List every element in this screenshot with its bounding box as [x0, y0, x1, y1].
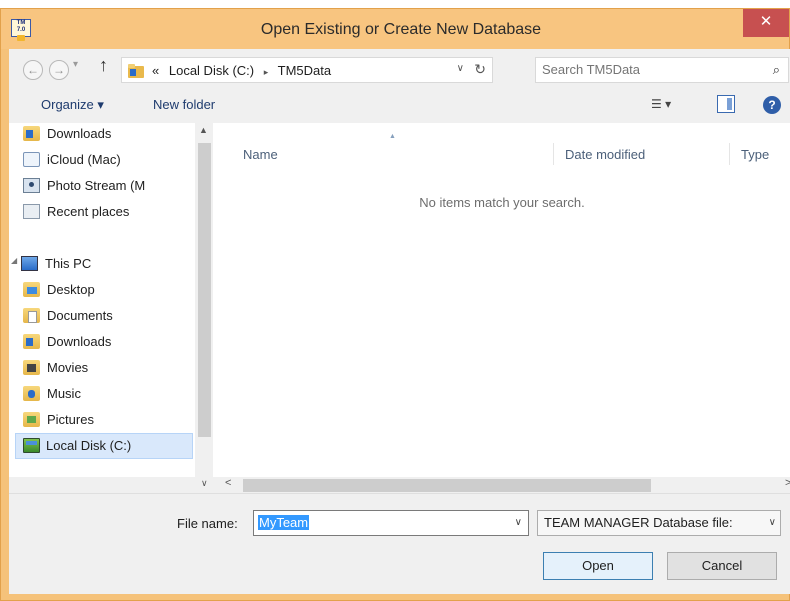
expand-arrow-icon[interactable]: ◢	[11, 256, 17, 265]
file-type-value: TEAM MANAGER Database file:	[544, 515, 733, 530]
sidebar-item-recent-places[interactable]: Recent places	[23, 201, 195, 223]
command-toolbar: Organize ▾ New folder ☰ ▾ ?	[9, 87, 790, 123]
file-name-field[interactable]: MyTeam ∨	[253, 510, 529, 536]
horizontal-scrollbar: ∨ < >	[9, 477, 790, 493]
breadcrumb-tm5data[interactable]: TM5Data	[278, 63, 331, 78]
sidebar-item-label: iCloud (Mac)	[47, 152, 121, 167]
sidebar-item-pictures[interactable]: Pictures	[23, 409, 195, 431]
sidebar-item-label: Music	[47, 386, 81, 401]
address-bar[interactable]: « Local Disk (C:) ▸ TM5Data ∨ ↻	[121, 57, 493, 83]
dialog-title: Open Existing or Create New Database	[260, 21, 542, 38]
change-view-icon[interactable]: ☰ ▾	[651, 97, 671, 111]
sidebar-item-downloads[interactable]: Downloads	[23, 331, 195, 353]
music-folder-icon	[23, 386, 40, 401]
scroll-right-icon[interactable]: >	[785, 477, 790, 489]
downloads-folder-icon	[23, 334, 40, 349]
breadcrumb: « Local Disk (C:) ▸ TM5Data	[152, 63, 331, 78]
column-header-type[interactable]: Type	[741, 147, 769, 162]
column-divider[interactable]	[729, 143, 730, 165]
photo-stream-icon	[23, 178, 40, 193]
search-input[interactable]	[542, 62, 742, 77]
sidebar-item-label: This PC	[45, 256, 92, 271]
sidebar-item-label: Photo Stream (M	[47, 178, 146, 193]
recent-places-icon	[23, 204, 40, 219]
horizontal-scrollbar-thumb[interactable]	[243, 479, 651, 492]
close-icon: ✕	[759, 13, 773, 30]
sidebar-item-label: Movies	[47, 360, 89, 375]
column-header-name[interactable]: Name	[243, 147, 278, 162]
address-dropdown[interactable]: ∨	[457, 63, 464, 74]
search-box: ⌕	[535, 57, 789, 83]
local-disk-icon	[23, 438, 40, 453]
navigation-pane: Downloads iCloud (Mac) Photo Stream (M R…	[9, 123, 213, 477]
refresh-icon: ↻	[474, 61, 486, 77]
up-arrow-icon: ↑	[99, 55, 108, 75]
icloud-icon	[23, 152, 40, 167]
open-button[interactable]: Open	[543, 552, 653, 580]
folder-icon	[128, 64, 144, 78]
title-bar: TM 7.0 Open Existing or Create New Datab…	[1, 9, 789, 49]
sidebar-item-label: Desktop	[47, 282, 95, 297]
sidebar-item-label: Documents	[47, 308, 113, 323]
organize-menu[interactable]: Organize ▾	[41, 97, 104, 113]
sidebar-item-downloads-favorite[interactable]: Downloads	[23, 123, 195, 145]
sidebar-item-this-pc[interactable]: ◢ This PC	[11, 253, 195, 275]
sidebar-item-photo-stream[interactable]: Photo Stream (M	[23, 175, 195, 197]
sidebar-item-local-disk[interactable]: Local Disk (C:)	[15, 433, 193, 459]
dialog-body: ← → ▾ ↑ « Local Disk (C:) ▸ TM5Data ∨ ↻	[9, 49, 790, 594]
sidebar-item-label: Recent places	[47, 204, 130, 219]
scrollbar-thumb[interactable]	[198, 143, 211, 437]
file-name-label: File name:	[177, 516, 238, 531]
file-type-select[interactable]: TEAM MANAGER Database file: ∨	[537, 510, 781, 536]
breadcrumb-separator-icon[interactable]: ▸	[264, 67, 269, 77]
scroll-down-icon[interactable]: ∨	[201, 478, 208, 489]
sidebar-item-label: Downloads	[47, 334, 112, 349]
movies-folder-icon	[23, 360, 40, 375]
downloads-folder-icon	[23, 126, 40, 141]
sidebar-item-documents[interactable]: Documents	[23, 305, 195, 327]
forward-arrow-icon: →	[53, 63, 65, 77]
sidebar-item-label: Local Disk (C:)	[46, 438, 132, 453]
sidebar-item-label: Pictures	[47, 412, 94, 427]
navigation-pane-scrollbar[interactable]: ▲	[195, 123, 213, 477]
sort-ascending-icon: ▲	[389, 133, 396, 140]
back-arrow-icon: ←	[27, 63, 39, 77]
sidebar-item-icloud[interactable]: iCloud (Mac)	[23, 149, 195, 171]
column-header-date-modified[interactable]: Date modified	[565, 147, 645, 162]
recent-locations-dropdown[interactable]: ▾	[73, 59, 78, 70]
scroll-left-icon[interactable]: <	[225, 477, 231, 489]
dialog-footer: File name: MyTeam ∨ TEAM MANAGER Databas…	[9, 493, 790, 594]
this-pc-icon	[21, 256, 38, 271]
sidebar-item-desktop[interactable]: Desktop	[23, 279, 195, 301]
empty-folder-message: No items match your search.	[419, 195, 585, 210]
sidebar-item-label: Downloads	[47, 126, 112, 141]
breadcrumb-overflow[interactable]: «	[152, 63, 159, 78]
new-folder-button[interactable]: New folder	[153, 97, 215, 112]
cancel-button[interactable]: Cancel	[667, 552, 777, 580]
search-icon[interactable]: ⌕	[773, 62, 780, 78]
breadcrumb-local-disk[interactable]: Local Disk (C:)	[169, 63, 254, 78]
sidebar-item-movies[interactable]: Movies	[23, 357, 195, 379]
back-button[interactable]: ←	[23, 60, 43, 80]
sidebar-item-music[interactable]: Music	[23, 383, 195, 405]
file-list-pane: ▲ Name Date modified Type No items match…	[213, 123, 790, 477]
chevron-down-icon[interactable]: ∨	[769, 517, 776, 528]
open-database-dialog: TM 7.0 Open Existing or Create New Datab…	[0, 8, 790, 601]
scroll-up-icon[interactable]: ▲	[199, 125, 208, 135]
up-one-level-button[interactable]: ↑	[99, 55, 108, 76]
refresh-button[interactable]: ↻	[474, 61, 486, 78]
column-divider[interactable]	[553, 143, 554, 165]
chevron-down-icon[interactable]: ∨	[515, 517, 522, 528]
pictures-folder-icon	[23, 412, 40, 427]
navigation-bar: ← → ▾ ↑ « Local Disk (C:) ▸ TM5Data ∨ ↻	[9, 49, 790, 87]
forward-button[interactable]: →	[49, 60, 69, 80]
close-button[interactable]: ✕	[743, 9, 789, 37]
preview-pane-icon[interactable]	[717, 95, 735, 113]
file-name-value[interactable]: MyTeam	[258, 515, 310, 530]
desktop-folder-icon	[23, 282, 40, 297]
documents-folder-icon	[23, 308, 40, 323]
help-icon[interactable]: ?	[763, 96, 781, 114]
